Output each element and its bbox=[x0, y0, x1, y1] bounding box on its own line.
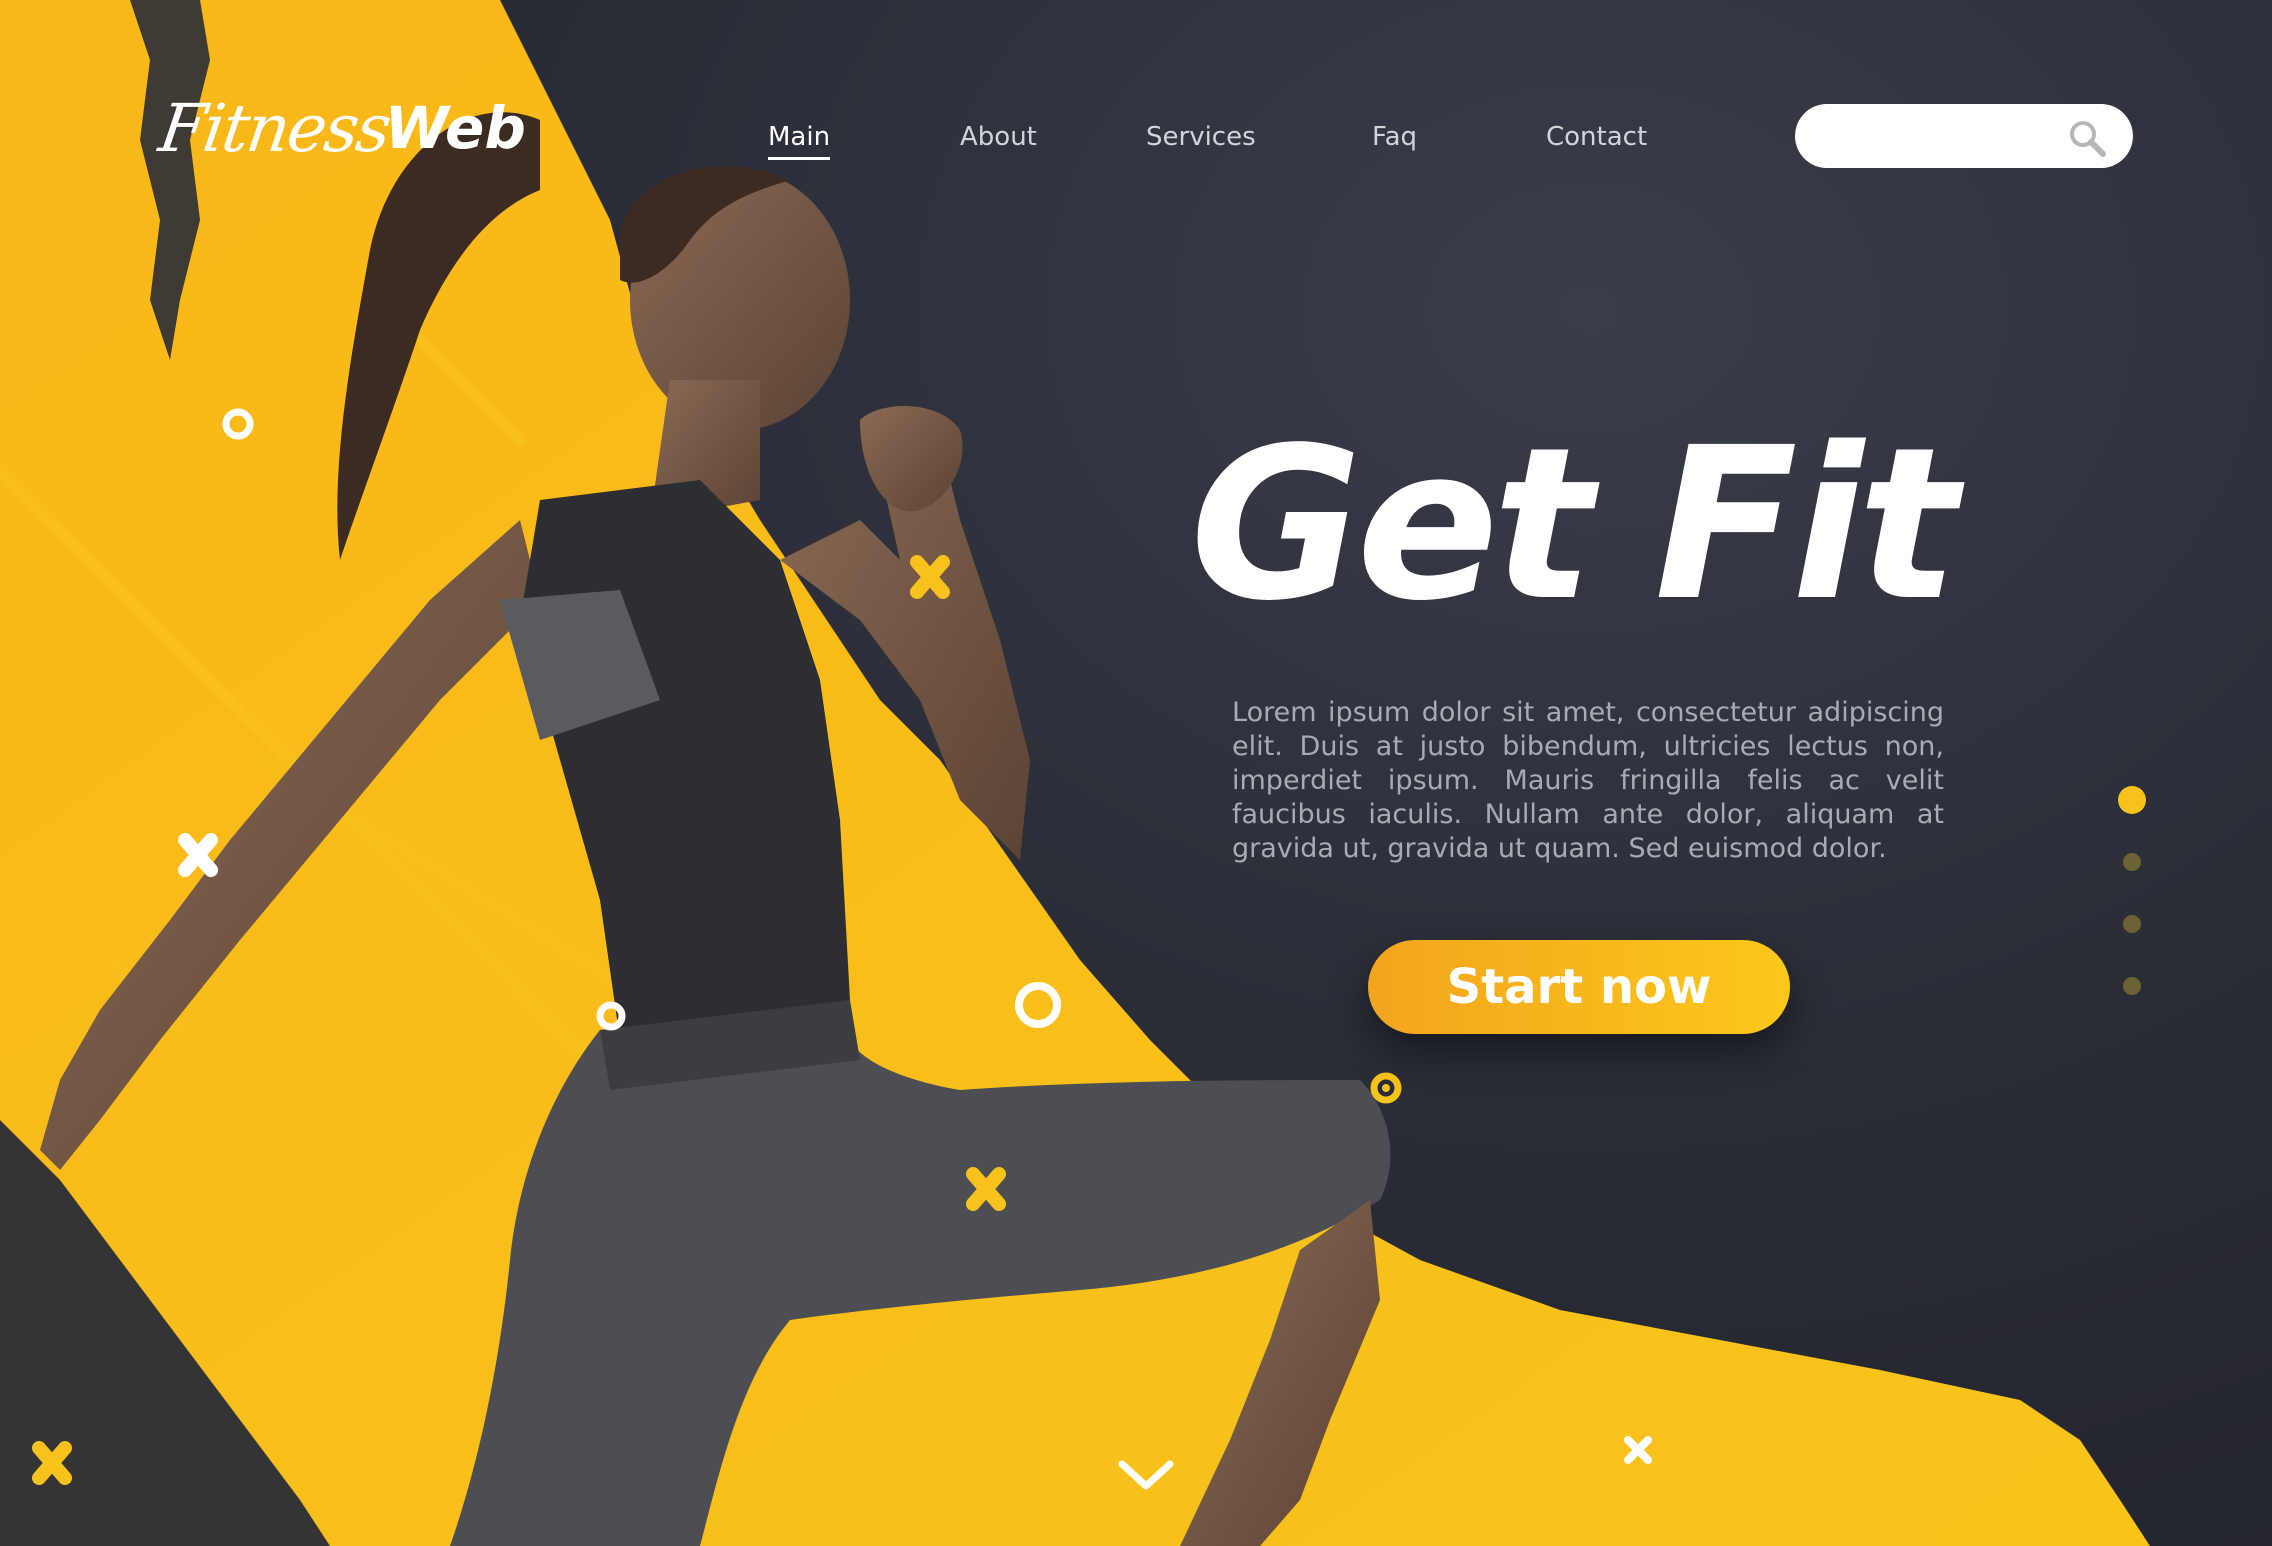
nav-item-label: Faq bbox=[1372, 122, 1418, 152]
slider-dot-2[interactable] bbox=[2123, 853, 2141, 871]
hero-title: Get Fit bbox=[1190, 402, 1958, 647]
nav-item-label: Contact bbox=[1546, 122, 1648, 152]
slider-dot-4[interactable] bbox=[2123, 977, 2141, 995]
nav-item-about[interactable]: About bbox=[960, 122, 1037, 152]
search-bar bbox=[1795, 104, 2133, 168]
nav-item-faq[interactable]: Faq bbox=[1372, 122, 1417, 152]
hero-description: Lorem ipsum dolor sit amet, consectetur … bbox=[1232, 697, 1944, 864]
nav-item-main[interactable]: Main bbox=[768, 122, 831, 160]
slider-dot-3[interactable] bbox=[2123, 915, 2141, 933]
start-now-button[interactable]: Start now bbox=[1368, 940, 1790, 1034]
slider-dot-1[interactable] bbox=[2118, 786, 2146, 814]
nav-item-services[interactable]: Services bbox=[1146, 122, 1256, 152]
logo-bold-text: Web bbox=[384, 94, 526, 162]
nav-active-underline bbox=[768, 157, 831, 160]
search-input[interactable] bbox=[1819, 114, 2069, 158]
nav-item-label: About bbox=[960, 122, 1037, 152]
nav-item-label: Main bbox=[768, 122, 831, 152]
nav-item-contact[interactable]: Contact bbox=[1546, 122, 1647, 152]
nav-item-label: Services bbox=[1146, 122, 1256, 152]
chevron-down-icon[interactable] bbox=[1116, 1456, 1176, 1496]
logo-script-text: Fitness bbox=[154, 89, 395, 167]
brand-logo[interactable]: Fitness Web bbox=[155, 78, 526, 178]
slider-pagination bbox=[2118, 786, 2146, 1006]
main-nav: Main About Services Faq Contact bbox=[700, 122, 1700, 162]
search-icon[interactable] bbox=[2067, 118, 2107, 158]
